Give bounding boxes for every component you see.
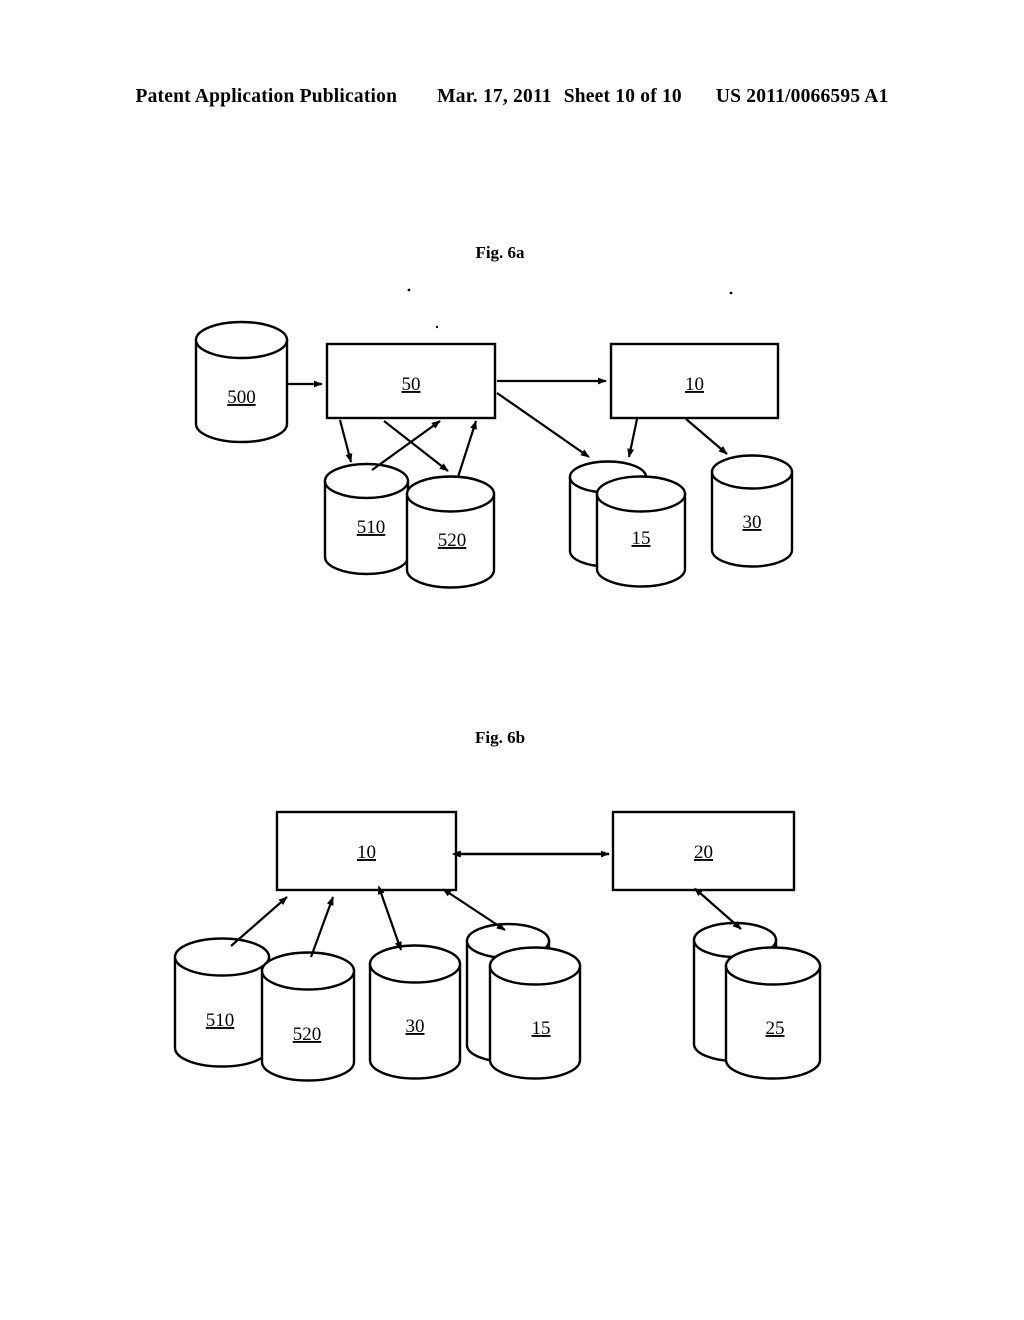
publication-header: Patent Application Publication Mar. 17, … xyxy=(0,86,1024,108)
fig6b-cylinder-15: 15 xyxy=(488,946,582,1080)
fig6a-box-50-label: 50 xyxy=(402,374,421,395)
patent-drawing-page: Patent Application Publication Mar. 17, … xyxy=(0,0,1024,1320)
fig6a-cylinder-30-label: 30 xyxy=(743,512,762,533)
patent-figures-drawing: 500 50 10 510 520 15 30 10 20 510 520 30… xyxy=(173,288,822,1082)
fig6a-arrow-50-to-520 xyxy=(383,420,449,472)
fig6b-cylinder-30: 30 xyxy=(368,944,462,1080)
fig6a-cylinder-15-label: 15 xyxy=(632,528,651,549)
fig6a-box-10-label: 10 xyxy=(685,374,704,395)
fig6a-cylinder-15: 15 xyxy=(595,475,687,588)
fig6b-box-10-label: 10 xyxy=(357,842,376,863)
fig6a-cylinder-510: 510 xyxy=(323,462,410,576)
fig6a-cylinder-500: 500 xyxy=(194,320,289,444)
scan-speck xyxy=(435,325,439,329)
fig6a-cylinder-520: 520 xyxy=(405,475,496,589)
fig6b-arrow-10-to-30-bidirectional xyxy=(377,885,403,951)
fig6b-cylinder-25: 25 xyxy=(724,946,822,1080)
fig6b-box-20: 20 xyxy=(611,810,796,892)
fig6a-arrow-10-to-30 xyxy=(685,418,728,455)
header-date-label: Mar. 17, 2011 xyxy=(437,86,552,107)
figure-6a-caption: Fig. 6a xyxy=(475,243,525,262)
fig6b-cylinder-510-label: 510 xyxy=(206,1010,235,1031)
fig6b-cylinder-520: 520 xyxy=(260,951,356,1082)
fig6a-cylinder-510-label: 510 xyxy=(357,517,386,538)
fig6b-arrow-520-to-10 xyxy=(309,896,335,958)
fig6a-arrow-50-to-510 xyxy=(338,419,353,463)
fig6a-arrow-510-to-50 xyxy=(456,420,478,478)
fig6a-box-10: 10 xyxy=(609,342,780,420)
fig6b-cylinder-25-label: 25 xyxy=(766,1018,785,1039)
scan-speck xyxy=(407,288,411,292)
fig6b-cylinder-15-back xyxy=(465,922,551,1064)
fig6a-cylinder-15-back xyxy=(568,460,648,568)
fig6b-cylinder-25-back xyxy=(692,921,778,1063)
fig6a-cylinder-520-label: 520 xyxy=(438,530,467,551)
figure-6b-group: 10 20 510 520 30 15 25 xyxy=(173,810,822,1082)
fig6b-arrow-20-to-25 xyxy=(693,887,742,930)
fig6b-cylinder-510: 510 xyxy=(173,937,271,1068)
fig6b-cylinder-520-label: 520 xyxy=(293,1024,322,1045)
fig6b-cylinder-30-label: 30 xyxy=(406,1016,425,1037)
scan-speck xyxy=(729,291,733,295)
fig6a-arrow-10-to-15 xyxy=(627,418,639,458)
fig6a-arrow-50-to-15 xyxy=(496,392,590,458)
header-publication-label: Patent Application Publication xyxy=(135,86,398,107)
figure-6a-group: 500 50 10 510 520 15 30 xyxy=(194,288,794,589)
fig6a-box-50: 50 xyxy=(325,342,497,420)
fig6b-cylinder-15-label: 15 xyxy=(532,1018,551,1039)
fig6b-box-20-label: 20 xyxy=(694,842,713,863)
fig6a-arrow-520-to-50 xyxy=(371,420,441,471)
header-patent-number-label: US 2011/0066595 A1 xyxy=(715,86,889,107)
figure-6b-caption: Fig. 6b xyxy=(474,728,526,747)
fig6a-cylinder-500-label: 500 xyxy=(227,387,256,408)
fig6b-box-10: 10 xyxy=(275,810,458,892)
header-sheet-label: Sheet 10 of 10 xyxy=(563,86,682,107)
fig6a-cylinder-30: 30 xyxy=(710,454,794,568)
fig6b-arrow-10-to-15 xyxy=(442,888,506,931)
fig6b-arrow-510-to-10 xyxy=(230,896,288,947)
